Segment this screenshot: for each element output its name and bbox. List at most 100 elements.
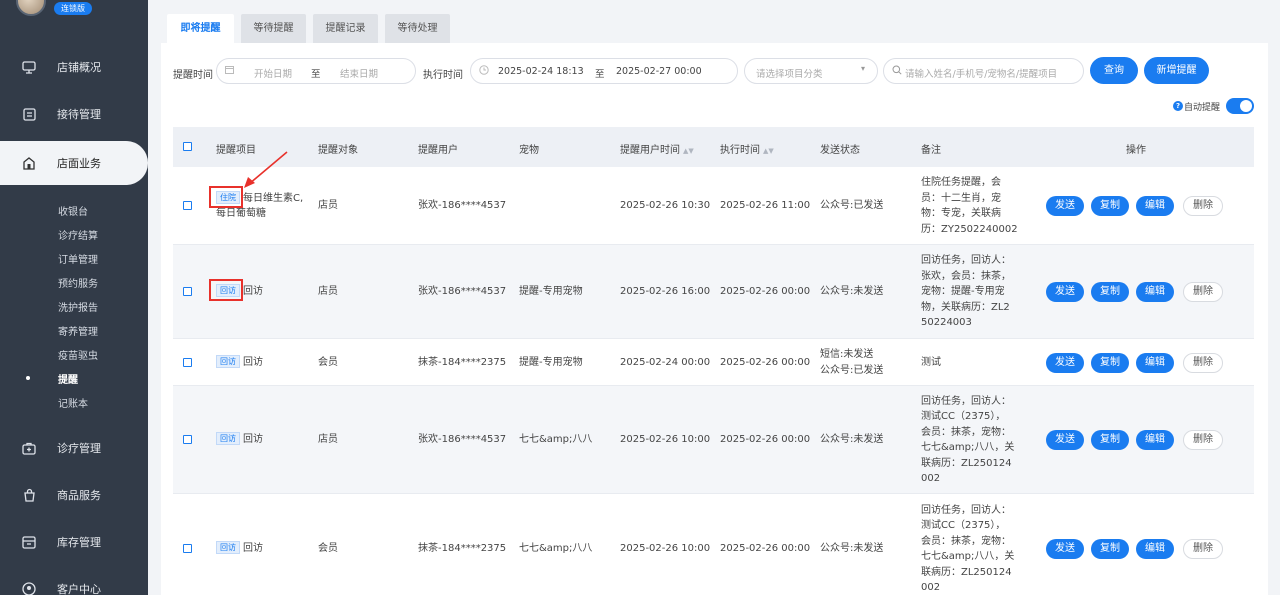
edit-button[interactable]: 编辑: [1136, 539, 1174, 559]
nav-item-store-business[interactable]: 店面业务: [0, 141, 148, 185]
row-checkbox[interactable]: [183, 287, 192, 296]
cell-note-line: 七七&amp;八八，关: [921, 551, 1015, 562]
category-select[interactable]: 请选择项目分类 ▾: [744, 58, 878, 84]
col-pet: 宠物: [519, 145, 539, 156]
nav-label: 商品服务: [57, 489, 101, 502]
copy-button[interactable]: 复制: [1091, 352, 1129, 373]
add-reminder-button[interactable]: 新增提醒: [1144, 57, 1209, 84]
select-all-checkbox[interactable]: [183, 142, 192, 151]
edit-button[interactable]: 编辑: [1136, 282, 1174, 302]
sub-item-boarding[interactable]: 寄养管理: [58, 323, 98, 338]
search-placeholder: 请输入姓名/手机号/宠物名/提醒项目: [905, 69, 1058, 80]
nav-item-store-overview[interactable]: 店铺概况: [0, 48, 148, 86]
auto-reminder-toggle[interactable]: [1226, 98, 1255, 114]
nav-item-customers[interactable]: 客户中心: [0, 570, 148, 595]
delete-button[interactable]: 删除: [1183, 196, 1223, 216]
cell-item: 回访 回访: [216, 354, 311, 371]
annotation-arrow: [244, 151, 288, 188]
item-text: 回访: [243, 434, 263, 446]
edit-button[interactable]: 编辑: [1136, 430, 1174, 450]
cell-item-line: 回访 回访: [216, 432, 311, 448]
send-button[interactable]: 发送: [1046, 352, 1084, 373]
remind-date-range[interactable]: 开始日期 至 结束日期: [216, 58, 416, 84]
send-button[interactable]: 发送: [1046, 196, 1084, 216]
sub-item-treatment-settlement[interactable]: 诊疗结算: [58, 227, 98, 242]
delete-button[interactable]: 删除: [1183, 539, 1223, 559]
sort-icon[interactable]: ▲▼: [683, 147, 694, 155]
table-row: 回访 回访 会员 抹茶-184****2375 提醒-专用宠物 2025-02-24 00…: [173, 339, 1254, 386]
inventory-icon: [21, 534, 37, 550]
cell-note-line: 员：十二生肖，宠: [921, 192, 1001, 204]
copy-button[interactable]: 复制: [1091, 196, 1129, 216]
cell-note: 测试: [921, 355, 1021, 371]
cell-note-line: 回访任务，回访人：: [921, 255, 1011, 267]
tab-records[interactable]: 提醒记录: [313, 14, 378, 43]
highlight-box: [209, 279, 243, 302]
table-row: 回访 回访 店员 张欢-186****4537 提醒-专用宠物 2025-02-26 16…: [173, 245, 1254, 339]
nav-item-treatment[interactable]: 诊疗管理: [0, 429, 148, 467]
row-checkbox[interactable]: [183, 435, 192, 444]
col-exec-time[interactable]: 执行时间 ▲▼: [720, 141, 774, 156]
start-date-placeholder: 开始日期: [254, 69, 293, 80]
cell-exec-time: 2025-02-26 00:00: [720, 434, 811, 446]
nav-item-reception[interactable]: 接待管理: [0, 95, 148, 133]
nav-item-inventory[interactable]: 库存管理: [0, 523, 148, 561]
copy-button[interactable]: 复制: [1091, 539, 1129, 559]
cell-remind-time: 2025-02-26 10:00: [620, 543, 711, 555]
sidebar: 连锁版 店铺概况 接待管理 店面业务 收银台 诊疗结算 订单管理 预约服务 洗护…: [0, 0, 148, 595]
cell-note-line: 联病历：ZL250124: [921, 566, 1012, 578]
copy-button[interactable]: 复制: [1091, 430, 1129, 450]
cell-pet: 七七&amp;八八: [519, 543, 593, 555]
cell-target: 会员: [318, 356, 338, 368]
avatar[interactable]: [16, 0, 46, 16]
cell-status-line: 公众号:未发送: [820, 434, 884, 446]
cell-item: 回访 回访: [216, 432, 311, 448]
col-remind-time[interactable]: 提醒用户时间 ▲▼: [620, 141, 694, 156]
send-button[interactable]: 发送: [1046, 430, 1084, 450]
cell-exec-time: 2025-02-26 00:00: [720, 286, 811, 298]
sort-icon[interactable]: ▲▼: [763, 147, 774, 155]
delete-button[interactable]: 删除: [1183, 282, 1223, 302]
category-tag: 回访: [216, 432, 240, 446]
row-checkbox[interactable]: [183, 201, 192, 210]
row-checkbox[interactable]: [183, 357, 192, 367]
sub-item-appointments[interactable]: 预约服务: [58, 275, 98, 290]
exec-date-range[interactable]: 2025-02-24 18:13 至 2025-02-27 00:00: [470, 58, 738, 84]
search-input[interactable]: 请输入姓名/手机号/宠物名/提醒项目: [883, 58, 1084, 84]
store-icon: [21, 155, 37, 171]
sub-item-ledger[interactable]: 记账本: [58, 395, 88, 410]
remind-time-label: 提醒时间: [173, 70, 213, 81]
table-row: 回访 回访 会员 抹茶-184****2375 七七&amp;八八 2025-02-26 …: [173, 494, 1254, 595]
range-separator: 至: [311, 69, 321, 80]
tab-upcoming[interactable]: 即将提醒: [167, 14, 234, 43]
nav-label: 店铺概况: [57, 61, 101, 74]
cell-target: 店员: [318, 286, 338, 298]
nav-label: 诊疗管理: [57, 442, 101, 455]
sub-item-reminders[interactable]: 提醒: [58, 371, 78, 386]
cell-remind-time: 2025-02-24 00:00: [620, 356, 711, 368]
sub-item-orders[interactable]: 订单管理: [58, 251, 98, 266]
row-checkbox[interactable]: [183, 544, 192, 553]
delete-button[interactable]: 删除: [1183, 430, 1223, 450]
edit-button[interactable]: 编辑: [1136, 196, 1174, 216]
query-button[interactable]: 查询: [1090, 57, 1138, 84]
cell-user: 抹茶-184****2375: [418, 356, 507, 368]
nav-item-goods[interactable]: 商品服务: [0, 476, 148, 514]
col-user: 提醒用户: [418, 145, 458, 156]
sub-item-grooming-report[interactable]: 洗护报告: [58, 299, 98, 314]
tab-pending[interactable]: 等待处理: [385, 14, 450, 43]
copy-button[interactable]: 复制: [1091, 282, 1129, 302]
search-icon: [892, 65, 902, 78]
help-icon[interactable]: ?: [1173, 101, 1183, 111]
cell-item-line: 回访 回访: [216, 354, 311, 371]
cell-status: 公众号:未发送: [820, 284, 915, 300]
delete-button[interactable]: 删除: [1183, 352, 1223, 373]
cell-target: 店员: [318, 200, 338, 212]
cell-note-line: 物：专宠，关联病: [921, 208, 1001, 219]
send-button[interactable]: 发送: [1046, 282, 1084, 302]
sub-item-cashier[interactable]: 收银台: [58, 203, 88, 218]
sub-item-vaccine[interactable]: 疫苗驱虫: [58, 347, 98, 362]
send-button[interactable]: 发送: [1046, 539, 1084, 559]
edit-button[interactable]: 编辑: [1136, 352, 1174, 373]
tab-waiting[interactable]: 等待提醒: [241, 14, 306, 43]
